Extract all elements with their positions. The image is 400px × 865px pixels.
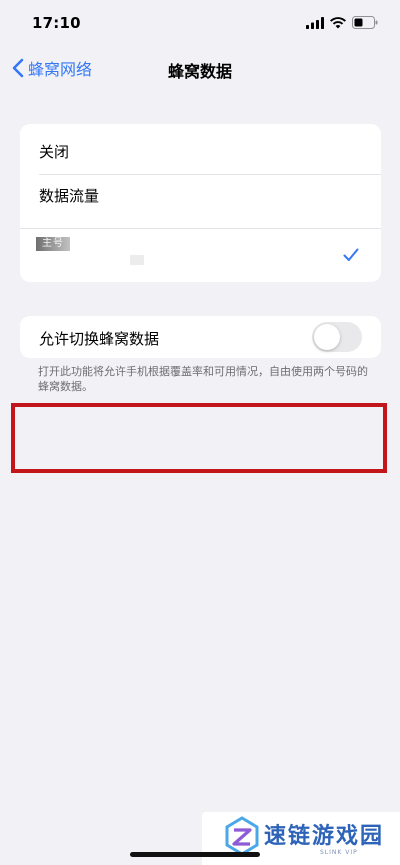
wifi-icon (330, 16, 346, 28)
primary-sim-label: 主号 (36, 237, 70, 251)
signal-icon (306, 16, 324, 29)
option-primary-sim[interactable]: 主号 (20, 228, 381, 282)
blurred-region (130, 255, 144, 265)
watermark-title: 速链游戏园 (264, 824, 385, 849)
home-indicator[interactable] (130, 852, 260, 857)
battery-icon (352, 16, 378, 29)
data-switching-row: 允许切换蜂窝数据 (20, 316, 381, 358)
highlight-box (11, 403, 387, 473)
checkmark-icon (343, 248, 359, 261)
option-data-traffic-label: 数据流量 (39, 187, 100, 205)
data-options-group: 关闭 数据流量 主号 (20, 124, 381, 282)
status-bar: 17:10 (0, 0, 400, 44)
primary-sim-label-text: 主号 (42, 238, 64, 249)
status-icons (306, 16, 378, 29)
nav-bar: 蜂窝网络 蜂窝数据 (0, 52, 400, 84)
page-title: 蜂窝数据 (167, 62, 232, 81)
option-off[interactable]: 关闭 (20, 124, 381, 174)
watermark: 速链游戏园 SLINK VIP (202, 812, 400, 865)
data-switching-description: 打开此功能将允许手机根据覆盖率和可用情况，自由使用两个号码的蜂窝数据。 (38, 365, 368, 393)
watermark-subtitle: SLINK VIP (320, 849, 358, 856)
option-data-traffic[interactable]: 数据流量 (20, 174, 381, 230)
option-off-label: 关闭 (39, 143, 70, 161)
data-switching-label: 允许切换蜂窝数据 (39, 330, 160, 348)
data-switching-toggle[interactable] (312, 322, 362, 352)
status-time: 17:10 (32, 14, 81, 32)
toggle-knob (314, 324, 340, 350)
